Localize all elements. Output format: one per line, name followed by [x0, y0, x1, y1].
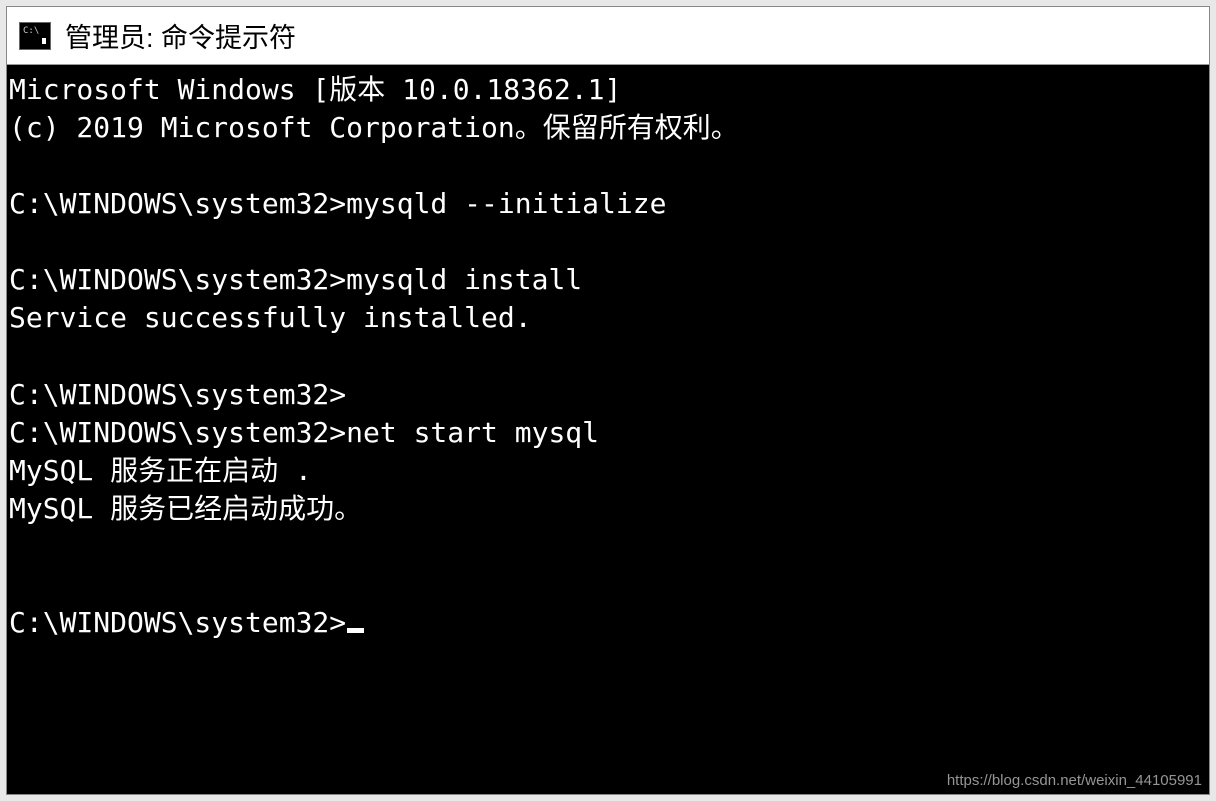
terminal-line: C:\WINDOWS\system32>mysqld --initialize	[9, 187, 666, 220]
terminal-line: Microsoft Windows [版本 10.0.18362.1]	[9, 73, 621, 106]
terminal-line: Service successfully installed.	[9, 301, 532, 334]
terminal-line: (c) 2019 Microsoft Corporation。保留所有权利。	[9, 111, 739, 144]
terminal-line: C:\WINDOWS\system32>	[9, 378, 346, 411]
terminal-area[interactable]: Microsoft Windows [版本 10.0.18362.1] (c) …	[7, 65, 1209, 794]
titlebar[interactable]: 管理员: 命令提示符	[7, 7, 1209, 65]
cursor	[347, 628, 364, 633]
window-title: 管理员: 命令提示符	[65, 16, 296, 55]
terminal-line: MySQL 服务已经启动成功。	[9, 492, 362, 525]
terminal-line: C:\WINDOWS\system32>net start mysql	[9, 416, 599, 449]
command-prompt-window: 管理员: 命令提示符 Microsoft Windows [版本 10.0.18…	[6, 6, 1210, 795]
terminal-line: C:\WINDOWS\system32>mysqld install	[9, 263, 582, 296]
terminal-prompt: C:\WINDOWS\system32>	[9, 606, 346, 639]
watermark: https://blog.csdn.net/weixin_44105991	[947, 772, 1202, 789]
cmd-icon	[19, 22, 51, 50]
terminal-line: MySQL 服务正在启动 .	[9, 454, 312, 487]
